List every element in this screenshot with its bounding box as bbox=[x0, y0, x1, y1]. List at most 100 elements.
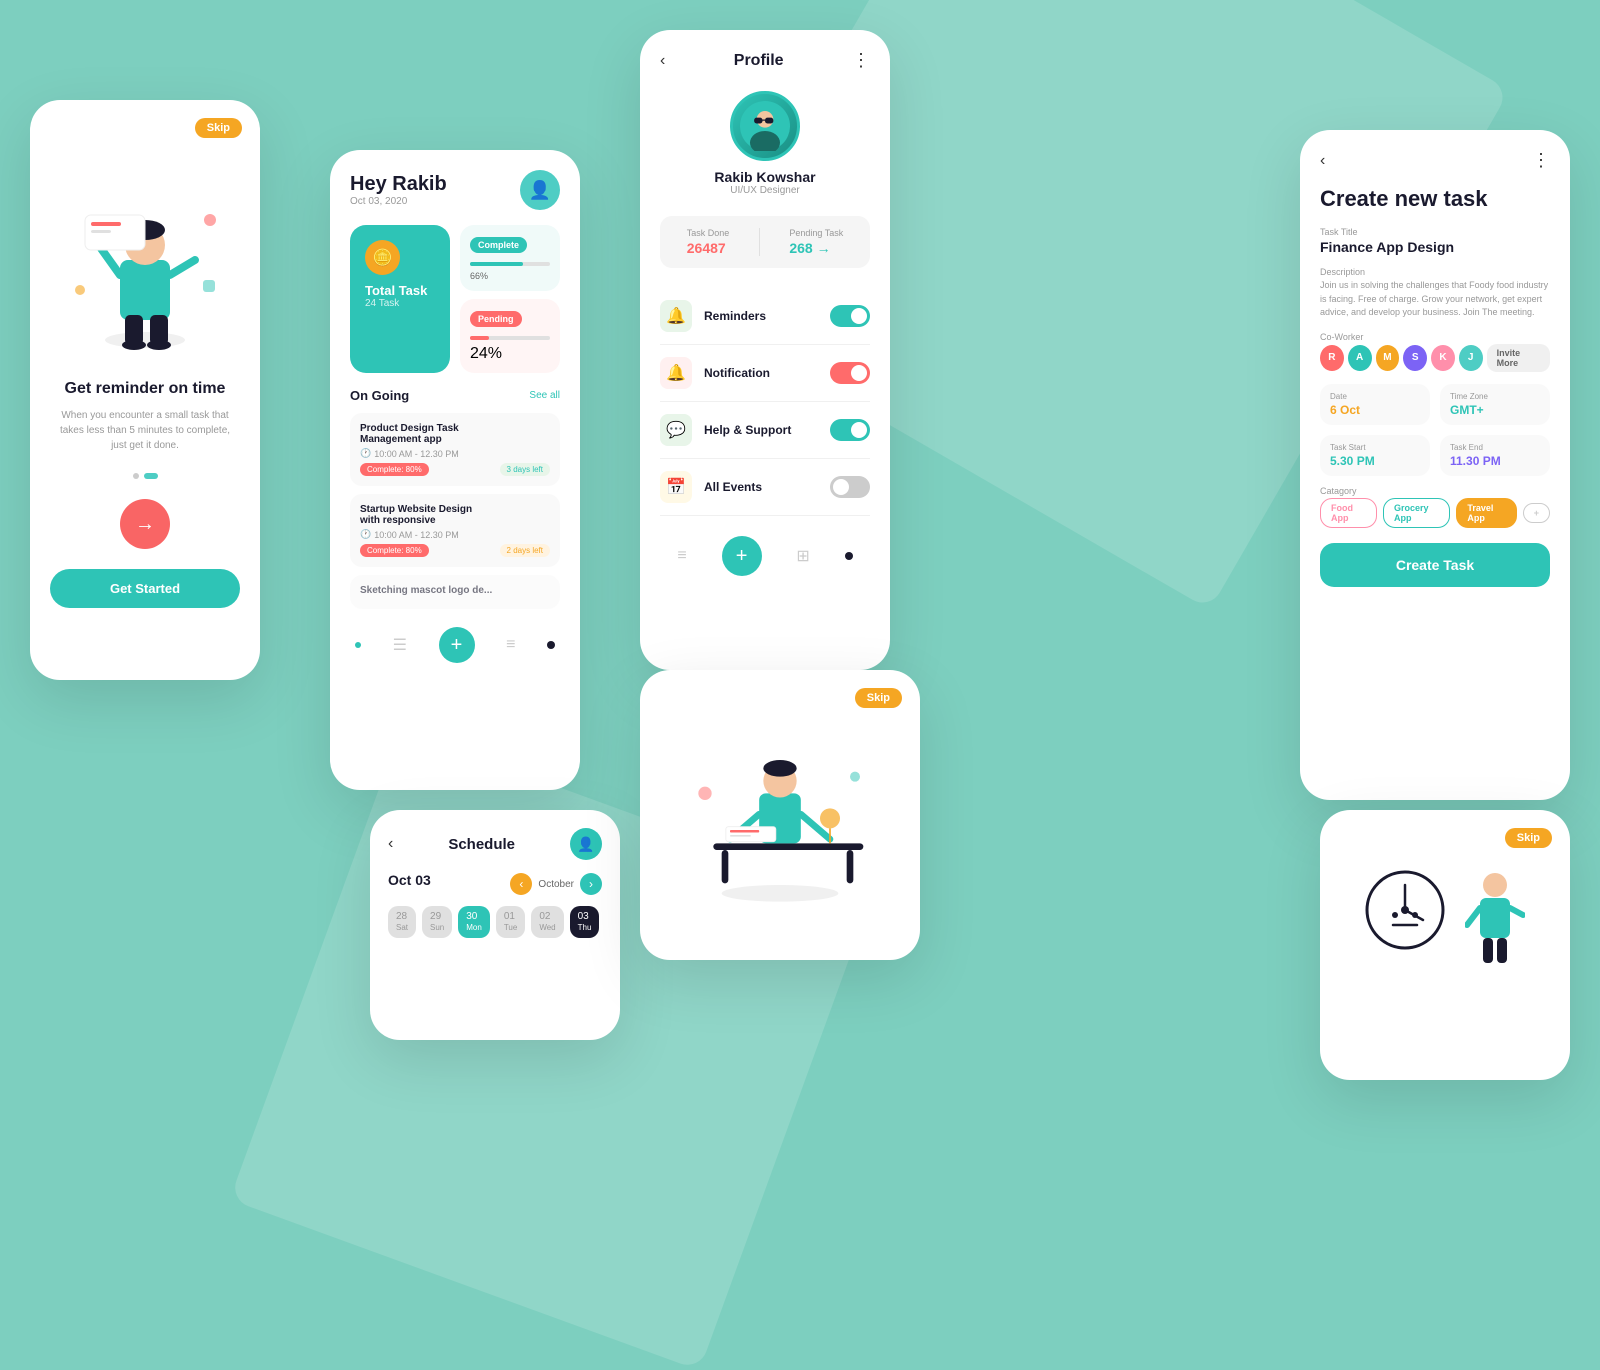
user-avatar: 👤 bbox=[520, 170, 560, 210]
events-label: All Events bbox=[704, 480, 762, 494]
dot-1 bbox=[133, 473, 139, 479]
fab-add[interactable]: + bbox=[439, 627, 475, 663]
events-toggle[interactable] bbox=[830, 476, 870, 498]
day-1[interactable]: 28Sat bbox=[388, 906, 416, 938]
skip-button-3[interactable]: Skip bbox=[1505, 828, 1552, 848]
skip-button[interactable]: Skip bbox=[195, 118, 242, 138]
task-title-3: Sketching mascot logo de... bbox=[360, 585, 550, 596]
nav-menu-icon[interactable]: ☰ bbox=[393, 635, 407, 655]
profile-stats: Task Done 26487 Pending Task 268 → bbox=[660, 216, 870, 268]
clock-icon-2: 🕐 bbox=[360, 529, 371, 540]
reminders-menu-item[interactable]: 🔔 Reminders bbox=[660, 288, 870, 345]
invite-more-btn[interactable]: Invite More bbox=[1487, 344, 1550, 372]
skip-button-2[interactable]: Skip bbox=[855, 688, 902, 708]
task-time-2: 🕐 10:00 AM - 12.30 PM bbox=[360, 529, 550, 540]
timezone-label: Time Zone bbox=[1450, 392, 1540, 401]
menu-left-notification: 🔔 Notification bbox=[660, 357, 770, 389]
task-done-label: Task Done bbox=[687, 228, 730, 238]
day-4[interactable]: 01Tue bbox=[496, 906, 526, 938]
help-menu-item[interactable]: 💬 Help & Support bbox=[660, 402, 870, 459]
notification-menu-item[interactable]: 🔔 Notification bbox=[660, 345, 870, 402]
profile-top-bar: ‹ Profile ⋮ bbox=[660, 50, 870, 71]
toggle-knob-reminders bbox=[851, 308, 867, 324]
pending-tag: Pending bbox=[470, 311, 522, 327]
task-done-stat: Task Done 26487 bbox=[687, 228, 730, 256]
back-button[interactable]: ‹ bbox=[660, 52, 665, 70]
nav-dot-dark[interactable] bbox=[547, 641, 555, 649]
schedule-back[interactable]: ‹ bbox=[388, 835, 393, 853]
profile-fab[interactable]: + bbox=[722, 536, 762, 576]
day-2[interactable]: 29Sun bbox=[422, 906, 452, 938]
help-label: Help & Support bbox=[704, 423, 791, 437]
start-label: Task Start bbox=[1330, 443, 1420, 452]
illustration-card-2: Skip bbox=[640, 670, 920, 960]
more-button[interactable]: ⋮ bbox=[852, 50, 870, 71]
pending-fill bbox=[470, 336, 489, 340]
cat-add-btn[interactable]: + bbox=[1523, 503, 1550, 523]
date-timezone-row: Date 6 Oct Time Zone GMT+ bbox=[1320, 384, 1550, 425]
prev-month-btn[interactable]: ‹ bbox=[510, 873, 532, 895]
pending-task-label: Pending Task bbox=[789, 228, 843, 238]
cat-food-app[interactable]: Food App bbox=[1320, 498, 1377, 528]
greeting-text: Hey Rakib bbox=[350, 173, 447, 196]
date-text: Oct 03, 2020 bbox=[350, 196, 447, 207]
reminder-card-2: Skip bbox=[1320, 810, 1570, 1080]
help-toggle[interactable] bbox=[830, 419, 870, 441]
nav-grid-icon[interactable]: ⊞ bbox=[796, 546, 809, 566]
pending-task-card: Pending 24% bbox=[460, 299, 560, 373]
see-all-link[interactable]: See all bbox=[529, 390, 560, 401]
coworker-1: R bbox=[1320, 345, 1344, 371]
category-row: Food App Grocery App Travel App + bbox=[1320, 498, 1550, 528]
create-top-bar: ‹ ⋮ bbox=[1320, 150, 1550, 171]
day-5[interactable]: 02Wed bbox=[531, 906, 563, 938]
reminders-toggle[interactable] bbox=[830, 305, 870, 327]
total-task-card: 🪙 Total Task 24 Task bbox=[350, 225, 450, 373]
day-3-active[interactable]: 30Mon bbox=[458, 906, 490, 938]
date-box: Date 6 Oct bbox=[1320, 384, 1430, 425]
category-label: Catagory bbox=[1320, 486, 1550, 496]
profile-avatar-section: Rakib Kowshar UI/UX Designer bbox=[660, 91, 870, 196]
stats-divider bbox=[759, 228, 760, 256]
nav-home[interactable] bbox=[355, 642, 361, 648]
reminder-subtitle: When you encounter a small task that tak… bbox=[55, 408, 235, 453]
desc-label: Description bbox=[1320, 267, 1550, 277]
time-row: Task Start 5.30 PM Task End 11.30 PM bbox=[1320, 435, 1550, 476]
create-back-button[interactable]: ‹ bbox=[1320, 152, 1325, 170]
schedule-date: Oct 03 bbox=[388, 872, 431, 888]
get-started-button[interactable]: Get Started bbox=[50, 569, 240, 608]
ongoing-title: On Going bbox=[350, 388, 409, 403]
coworker-3: M bbox=[1376, 345, 1400, 371]
notification-toggle[interactable] bbox=[830, 362, 870, 384]
desc-value: Join us in solving the challenges that F… bbox=[1320, 279, 1550, 320]
right-tasks: Complete 66% Pending 24% bbox=[460, 225, 560, 373]
pending-pct: 24% bbox=[470, 345, 550, 363]
complete-badge-2: Complete: 80% bbox=[360, 544, 429, 557]
start-value: 5.30 PM bbox=[1330, 454, 1420, 468]
coworker-label: Co-Worker bbox=[1320, 332, 1550, 342]
task-item-3: Sketching mascot logo de... bbox=[350, 575, 560, 609]
profile-title: Profile bbox=[734, 52, 784, 70]
task-time-1: 🕐 10:00 AM - 12.30 PM bbox=[360, 448, 550, 459]
profile-card: ‹ Profile ⋮ Rakib Kowshar UI/UX Designer… bbox=[640, 30, 890, 670]
create-more-button[interactable]: ⋮ bbox=[1532, 150, 1550, 171]
profile-nav-dot bbox=[845, 552, 853, 560]
complete-task-card: Complete 66% bbox=[460, 225, 560, 291]
coworker-4: S bbox=[1403, 345, 1427, 371]
cat-grocery-app[interactable]: Grocery App bbox=[1383, 498, 1450, 528]
complete-progress-bar bbox=[470, 262, 550, 266]
days-badge-2: 2 days left bbox=[500, 544, 550, 557]
day-6-today[interactable]: 03Thu bbox=[570, 906, 600, 938]
nav-list-icon[interactable]: ≡ bbox=[506, 636, 515, 654]
next-month-btn[interactable]: › bbox=[580, 873, 602, 895]
task-item-1: Product Design TaskManagement app 🕐 10:0… bbox=[350, 413, 560, 486]
events-menu-item[interactable]: 📅 All Events bbox=[660, 459, 870, 516]
profile-bottom-nav: ≡ + ⊞ bbox=[660, 521, 870, 576]
toggle-knob-help bbox=[851, 422, 867, 438]
create-task-button[interactable]: Create Task bbox=[1320, 543, 1550, 587]
date-label: Date bbox=[1330, 392, 1420, 401]
nav-filter-icon[interactable]: ≡ bbox=[677, 547, 686, 565]
complete-fill bbox=[470, 262, 523, 266]
next-button[interactable]: → bbox=[120, 499, 170, 549]
cat-travel-app[interactable]: Travel App bbox=[1456, 498, 1516, 528]
task-done-value: 26487 bbox=[687, 240, 730, 256]
